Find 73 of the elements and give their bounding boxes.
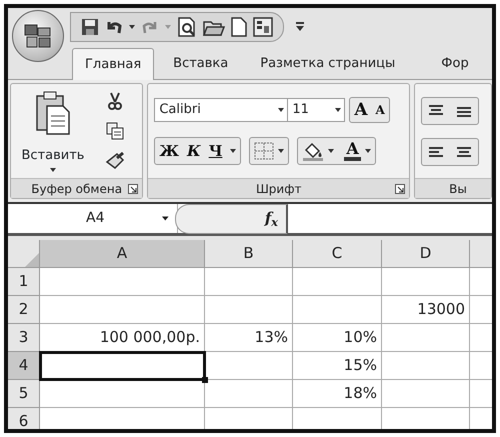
group-title: Буфер обмена [31, 180, 122, 198]
caret-icon[interactable] [328, 149, 334, 153]
table-cell[interactable]: 15% [293, 352, 382, 380]
save-icon[interactable] [81, 18, 99, 36]
row-header[interactable]: 6 [8, 408, 40, 429]
ribbon-tab[interactable]: Разметка страницы [247, 46, 408, 79]
table-cell[interactable] [382, 268, 470, 296]
caret-icon[interactable] [364, 149, 371, 153]
table-cell[interactable] [382, 324, 470, 352]
table-cell[interactable] [205, 352, 293, 380]
fill-color-icon[interactable] [302, 141, 324, 161]
brush-icon[interactable] [105, 152, 125, 170]
table-cell[interactable] [205, 380, 293, 408]
ribbon-tab[interactable]: Главная [72, 48, 154, 80]
table-cell[interactable]: 13% [205, 324, 293, 352]
underline-button[interactable]: Ч [204, 144, 226, 158]
font-name-combo[interactable]: Calibri [154, 98, 288, 122]
shrink-font-button[interactable]: A [372, 104, 389, 116]
caret-icon[interactable] [129, 25, 135, 29]
copy-icon[interactable] [106, 122, 124, 140]
table-cell[interactable] [382, 380, 470, 408]
grow-font-button[interactable]: A [350, 102, 372, 118]
column-header[interactable]: A [40, 240, 205, 268]
fill-handle[interactable] [202, 377, 208, 383]
form-icon[interactable] [253, 17, 273, 37]
office-logo-icon [23, 23, 53, 49]
borders-icon[interactable] [254, 142, 274, 160]
dialog-launcher-icon[interactable] [128, 184, 138, 194]
insert-function-button[interactable]: f$_{x}$ [264, 207, 278, 230]
caret-icon[interactable] [50, 168, 56, 172]
row-header[interactable]: 3 [8, 324, 40, 352]
table-cell[interactable] [293, 296, 382, 324]
table-cell[interactable] [293, 268, 382, 296]
row-header[interactable]: 1 [8, 268, 40, 296]
column-header[interactable]: D [382, 240, 470, 268]
group-title: Шрифт [256, 180, 302, 198]
table-cell[interactable]: 13000 [382, 296, 470, 324]
clipboard-icon[interactable] [35, 90, 71, 136]
table-cell[interactable] [382, 352, 470, 380]
customize-toolbar-icon[interactable] [296, 22, 304, 32]
column-header[interactable]: C [293, 240, 382, 268]
caret-icon[interactable] [278, 149, 284, 153]
font-size: 11 [292, 101, 309, 120]
row-header[interactable]: 5 [8, 380, 40, 408]
selected-cell[interactable] [40, 352, 205, 380]
dialog-launcher-icon[interactable] [395, 184, 406, 194]
table-cell[interactable] [40, 296, 205, 324]
table-cell[interactable] [205, 268, 293, 296]
group-title: Вы [449, 180, 467, 198]
table-cell[interactable]: 100 000,00р. [40, 324, 205, 352]
caret-icon[interactable] [162, 216, 169, 221]
font-size-combo[interactable]: 11 [287, 98, 346, 122]
ribbon-tab[interactable]: Фор [428, 46, 482, 79]
new-document-icon[interactable] [231, 17, 247, 37]
table-cell[interactable] [40, 380, 205, 408]
ribbon-tab[interactable]: Вставка [160, 46, 242, 79]
caret-icon[interactable] [230, 149, 236, 153]
italic-button[interactable]: К [183, 144, 205, 158]
font-name: Calibri [159, 101, 201, 120]
corner-triangle-icon [25, 253, 39, 267]
column-header[interactable]: B [205, 240, 293, 268]
table-cell[interactable] [40, 268, 205, 296]
bold-button[interactable]: Ж [155, 144, 184, 158]
print-preview-icon[interactable] [177, 17, 197, 37]
paste-button[interactable]: Вставить [11, 84, 95, 178]
row-header[interactable]: 2 [8, 296, 40, 324]
table-cell[interactable]: 10% [293, 324, 382, 352]
office-button[interactable] [12, 10, 64, 62]
table-cell[interactable]: 18% [293, 380, 382, 408]
scissors-icon[interactable] [108, 92, 122, 110]
font-color-button[interactable]: A [344, 141, 361, 161]
row-header[interactable]: 4 [8, 352, 40, 380]
table-cell[interactable] [205, 296, 293, 324]
